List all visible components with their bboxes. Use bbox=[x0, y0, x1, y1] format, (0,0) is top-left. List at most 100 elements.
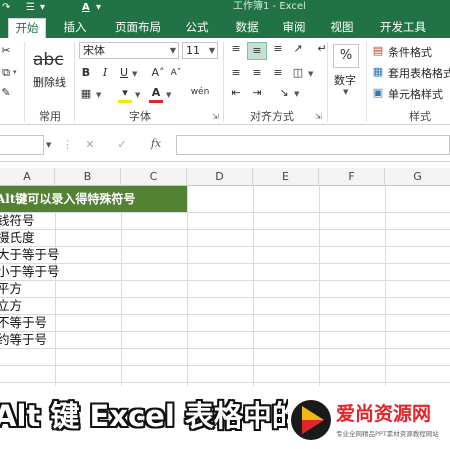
grid-line bbox=[0, 263, 450, 264]
column-header-e[interactable]: E bbox=[253, 168, 319, 186]
group-label-font: 字体 bbox=[129, 110, 151, 123]
formula-bar: ▼ ⋮ ✕ ✓ fx bbox=[0, 126, 450, 162]
italic-button[interactable]: I bbox=[98, 66, 112, 80]
table-cell[interactable]: 约等于号 bbox=[0, 332, 47, 349]
column-header-f[interactable]: F bbox=[319, 168, 385, 186]
chevron-down-icon[interactable]: ▼ bbox=[308, 70, 313, 78]
tab-home[interactable]: 开始 bbox=[8, 18, 46, 38]
underline-button[interactable]: U bbox=[117, 66, 131, 80]
table-cell[interactable]: 不等于号 bbox=[0, 315, 47, 332]
tab-developer[interactable]: 开发工具 bbox=[373, 18, 433, 38]
increase-indent-icon[interactable]: ⇥ bbox=[249, 86, 265, 100]
formula-input[interactable] bbox=[176, 135, 450, 155]
tab-data[interactable]: 数据 bbox=[230, 18, 264, 38]
chevron-down-icon[interactable]: ▼ bbox=[166, 91, 171, 99]
align-top-icon[interactable]: ≡ bbox=[228, 42, 244, 56]
bold-button[interactable]: B bbox=[79, 66, 93, 80]
group-label-common: 常用 bbox=[39, 110, 61, 123]
table-cell[interactable]: 小于等于号 bbox=[0, 264, 60, 281]
conditional-format-button[interactable]: 条件格式 bbox=[388, 44, 432, 60]
chevron-down-icon[interactable]: ▼ bbox=[96, 91, 101, 99]
table-cell[interactable]: 平方 bbox=[0, 281, 22, 298]
align-bottom-icon[interactable]: ≡ bbox=[270, 42, 286, 56]
grid-line bbox=[319, 186, 320, 386]
chevron-down-icon[interactable]: ▼ bbox=[294, 90, 299, 98]
tab-view[interactable]: 视图 bbox=[325, 18, 359, 38]
more-icon: ⋮ bbox=[62, 138, 73, 151]
window-title: 工作簿1 - Excel bbox=[233, 1, 306, 12]
format-painter-icon[interactable]: ✎ bbox=[0, 86, 12, 100]
column-header-a[interactable]: A bbox=[0, 168, 55, 186]
align-left-icon[interactable]: ≡ bbox=[228, 66, 244, 80]
number-format-button[interactable]: 数字 bbox=[334, 72, 356, 88]
cut-icon[interactable]: ✂ bbox=[0, 44, 12, 58]
font-color-icon[interactable]: A bbox=[82, 1, 90, 14]
align-middle-icon: ≡ bbox=[252, 44, 262, 57]
border-icon[interactable]: ▦ bbox=[79, 87, 93, 101]
font-color-icon[interactable]: A bbox=[149, 86, 163, 103]
group-separator bbox=[24, 42, 25, 122]
dropdown-icon[interactable]: ▾ bbox=[40, 1, 45, 14]
chevron-down-icon[interactable]: ▾ bbox=[13, 68, 17, 76]
chevron-down-icon: ▼ bbox=[169, 46, 176, 55]
table-cell[interactable]: 立方 bbox=[0, 298, 22, 315]
cell-style-button[interactable]: 单元格样式 bbox=[388, 86, 443, 102]
column-header-b[interactable]: B bbox=[55, 168, 121, 186]
strikethrough-icon[interactable]: abc bbox=[33, 50, 64, 70]
font-size-select[interactable]: 11 ▼ bbox=[182, 42, 218, 59]
chevron-down-icon[interactable]: ▼ bbox=[135, 91, 140, 99]
decrease-indent-icon[interactable]: ⇤ bbox=[228, 86, 244, 100]
column-header-d[interactable]: D bbox=[187, 168, 253, 186]
table-cell[interactable]: 钱符号 bbox=[0, 213, 35, 230]
play-logo-icon bbox=[291, 400, 331, 440]
tab-page-layout[interactable]: 页面布局 bbox=[110, 18, 166, 38]
dialog-launcher-icon[interactable]: ⇲ bbox=[315, 112, 322, 121]
table-format-icon[interactable]: ▦ bbox=[371, 65, 385, 79]
column-headers: A B C D E F G bbox=[0, 168, 450, 186]
text-direction-icon[interactable]: ↘ bbox=[276, 86, 292, 100]
align-right-icon[interactable]: ≡ bbox=[270, 66, 286, 80]
group-label-styles: 样式 bbox=[409, 110, 431, 123]
chevron-down-icon[interactable]: ▼ bbox=[46, 141, 51, 149]
grid-line bbox=[0, 229, 450, 230]
table-format-button[interactable]: 套用表格格式 bbox=[388, 65, 450, 81]
grid-line bbox=[0, 331, 450, 332]
table-cell[interactable]: 摄氏度 bbox=[0, 230, 35, 247]
redo-icon[interactable]: ↷ bbox=[2, 1, 10, 14]
chevron-down-icon[interactable]: ▼ bbox=[343, 88, 348, 96]
shrink-font-button[interactable]: A˅ bbox=[168, 66, 184, 80]
strikethrough-button[interactable]: 删除线 bbox=[33, 74, 66, 90]
insert-function-button[interactable]: fx bbox=[146, 137, 166, 151]
dialog-launcher-icon[interactable]: ⇲ bbox=[212, 112, 219, 121]
phonetic-guide-button[interactable]: wén bbox=[188, 85, 212, 99]
copy-icon[interactable]: ⧉ bbox=[0, 66, 12, 80]
align-center-icon[interactable]: ≡ bbox=[249, 66, 265, 80]
grow-font-button[interactable]: A˄ bbox=[150, 66, 166, 80]
fill-color-icon[interactable]: ▾ bbox=[118, 86, 132, 103]
group-separator bbox=[327, 42, 328, 122]
tab-insert[interactable]: 插入 bbox=[58, 18, 92, 38]
group-label-alignment: 对齐方式 bbox=[250, 110, 294, 123]
grid-line bbox=[55, 186, 56, 386]
tab-formulas[interactable]: 公式 bbox=[180, 18, 214, 38]
name-box[interactable] bbox=[0, 135, 44, 155]
table-cell[interactable]: 大于等于号 bbox=[0, 247, 60, 264]
column-header-c[interactable]: C bbox=[121, 168, 187, 186]
tab-review[interactable]: 审阅 bbox=[277, 18, 311, 38]
orientation-icon[interactable]: ↗ bbox=[290, 42, 306, 56]
column-header-g[interactable]: G bbox=[385, 168, 450, 186]
merged-header-cell[interactable]: Alt键可以录入得特殊符号 bbox=[0, 186, 187, 212]
percent-icon[interactable]: % bbox=[333, 44, 359, 68]
menu-icon[interactable]: ☰ bbox=[26, 1, 35, 14]
group-separator bbox=[74, 42, 75, 122]
sheet-grid[interactable]: Alt键可以录入得特殊符号 钱符号 摄氏度 大于等于号 小于等于号 平方 立方 … bbox=[0, 186, 450, 386]
watermark-title: 爱尚资源网 bbox=[336, 403, 432, 425]
chevron-down-icon[interactable]: ▼ bbox=[132, 70, 137, 78]
enter-button[interactable]: ✓ bbox=[114, 138, 130, 152]
merge-icon[interactable]: ◫ bbox=[290, 66, 306, 80]
font-name-select[interactable]: 宋体 ▼ bbox=[79, 42, 179, 59]
dropdown-icon[interactable]: ▾ bbox=[96, 1, 101, 14]
conditional-format-icon[interactable]: ▤ bbox=[371, 44, 385, 58]
cancel-button[interactable]: ✕ bbox=[82, 138, 98, 152]
cell-style-icon[interactable]: ▣ bbox=[371, 86, 385, 100]
